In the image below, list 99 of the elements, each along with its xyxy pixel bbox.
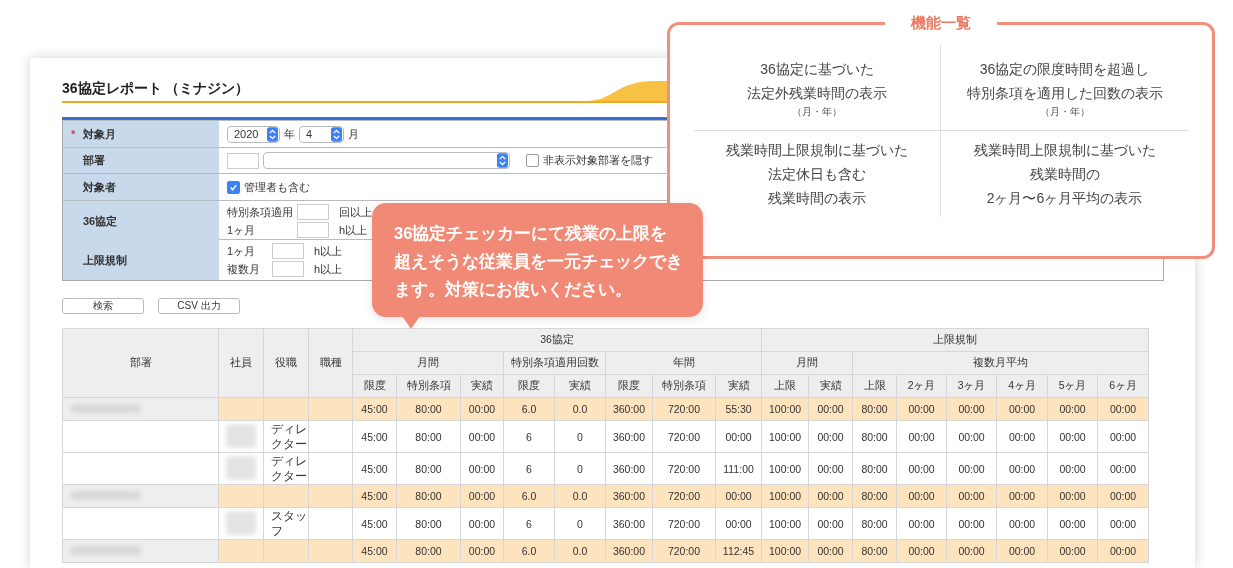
- checkbox-label: 非表示対象部署を隠す: [543, 153, 653, 168]
- spinner-arrows-icon: [497, 153, 508, 168]
- table-cell: 720:00: [652, 507, 716, 540]
- feature-note: （月・年）: [792, 104, 842, 119]
- table-cell: 720:00: [652, 452, 716, 485]
- blurred-text-placeholder: [226, 423, 256, 448]
- checkbox[interactable]: [526, 154, 539, 167]
- feature-note: （月・年）: [1039, 104, 1090, 119]
- table-cell: 80:00: [396, 452, 461, 485]
- table-cell: 00:00: [996, 452, 1048, 485]
- table-cell: 6: [503, 420, 555, 453]
- hours-field[interactable]: [297, 204, 329, 220]
- table-cell: 00:00: [1047, 420, 1098, 453]
- table-cell: 00:00: [996, 420, 1048, 453]
- card-title: 機能一覧: [885, 13, 997, 33]
- column-header: 職種: [308, 328, 353, 398]
- hours-field[interactable]: [272, 261, 304, 277]
- action-button[interactable]: 検索: [62, 298, 144, 314]
- table-cell: 00:00: [896, 420, 947, 453]
- table-cell: 6: [503, 452, 555, 485]
- table-cell: 00:00: [1047, 452, 1098, 485]
- hours-field[interactable]: [272, 243, 304, 259]
- department-code-field[interactable]: [227, 152, 259, 169]
- column-header: 上限規制: [761, 328, 1149, 352]
- table-cell: 00:00: [896, 507, 947, 540]
- column-header: 部署: [62, 328, 219, 398]
- feature-text: 残業時間上限規制に基づいた: [726, 141, 908, 160]
- department-select[interactable]: [263, 152, 510, 169]
- table-cell: 00:00: [1097, 507, 1149, 540]
- unit-label: h以上: [339, 222, 368, 238]
- month-select[interactable]: 4: [299, 125, 344, 143]
- checkmark-icon: [229, 182, 238, 192]
- unit-label: 回以上: [339, 204, 372, 220]
- spinner-arrows-icon: [331, 126, 342, 142]
- field-label: 対象者: [83, 179, 116, 195]
- callout-text: 超えそうな従業員を一元チェックでき: [394, 251, 683, 273]
- column-header: 年間: [605, 351, 762, 375]
- column-header: 複数月平均: [852, 351, 1149, 375]
- table-cell: 00:00: [1047, 507, 1098, 540]
- unit-label: 月: [348, 126, 359, 142]
- blurred-text-placeholder: [226, 510, 256, 535]
- table-cell: 00:00: [715, 507, 762, 540]
- table-cell: 720:00: [652, 420, 716, 453]
- feature-text: 残業時間上限規制に基づいた: [973, 141, 1156, 160]
- report-title: 36協定レポート （ミナジン）: [62, 80, 250, 98]
- field-label: 対象月: [83, 126, 116, 142]
- unit-label: 年: [284, 126, 295, 142]
- table-cell: 00:00: [946, 452, 997, 485]
- table-cell: 100:00: [761, 420, 809, 453]
- callout-text: ます。対策にお使いください。: [394, 279, 633, 301]
- table-cell: 0: [554, 452, 606, 485]
- table-cell: 360:00: [605, 420, 653, 453]
- feature-text: 2ヶ月〜6ヶ月平均の表示: [986, 189, 1143, 208]
- table-cell: 100:00: [761, 507, 809, 540]
- checkbox-label: 管理者も含む: [244, 179, 310, 195]
- blurred-text-placeholder: [226, 455, 256, 480]
- table-cell: 00:00: [896, 452, 947, 485]
- column-header: 36協定: [352, 328, 762, 352]
- column-header: 社員: [218, 328, 264, 398]
- table-cell: 00:00: [1097, 420, 1149, 453]
- table-cell: 111:00: [715, 452, 762, 485]
- field-label: 1ヶ月: [227, 222, 257, 238]
- feature-text: 36協定に基づいた: [760, 59, 874, 79]
- table-cell: 0: [554, 507, 606, 540]
- field-label: 複数月: [227, 261, 261, 277]
- table-cell: 00:00: [946, 420, 997, 453]
- callout-text: 36協定チェッカーにて残業の上限を: [394, 223, 669, 244]
- table-cell: 00:00: [946, 507, 997, 540]
- field-label: 部署: [83, 153, 105, 168]
- table-cell: 80:00: [396, 507, 461, 540]
- table-cell: 00:00: [1097, 452, 1149, 485]
- feature-text: 残業時間の: [1029, 165, 1100, 184]
- action-button[interactable]: CSV 出力: [158, 298, 240, 314]
- unit-label: h以上: [314, 261, 343, 277]
- table-cell: 100:00: [761, 452, 809, 485]
- spinner-arrows-icon: [267, 126, 278, 142]
- hours-field[interactable]: [297, 222, 329, 238]
- feature-text: 法定外残業時間の表示: [747, 83, 887, 103]
- table-cell: 00:00: [996, 507, 1048, 540]
- field-label: 1ヶ月: [227, 243, 257, 259]
- unit-label: h以上: [314, 243, 343, 259]
- feature-text: 36協定の限度時間を超過し: [979, 59, 1150, 79]
- field-label: 36協定: [83, 213, 118, 229]
- field-label: 上限規制: [83, 252, 127, 268]
- feature-text: 残業時間の表示: [768, 189, 866, 208]
- table-cell: 0: [554, 420, 606, 453]
- column-header: 役職: [263, 328, 309, 398]
- checkbox[interactable]: [227, 180, 240, 194]
- table-cell: 00:00: [715, 420, 762, 453]
- table-cell: 6: [503, 507, 555, 540]
- field-label: 特別条項適用: [227, 204, 294, 220]
- table-cell: 80:00: [396, 420, 461, 453]
- table-cell: 360:00: [605, 452, 653, 485]
- feature-text: 法定休日も含む: [768, 165, 866, 184]
- column-header: 月間: [352, 351, 504, 375]
- table-cell: 360:00: [605, 507, 653, 540]
- year-select[interactable]: 2020: [227, 125, 280, 143]
- feature-text: 特別条項を適用した回数の表示: [966, 83, 1163, 103]
- required-mark: *: [71, 128, 76, 140]
